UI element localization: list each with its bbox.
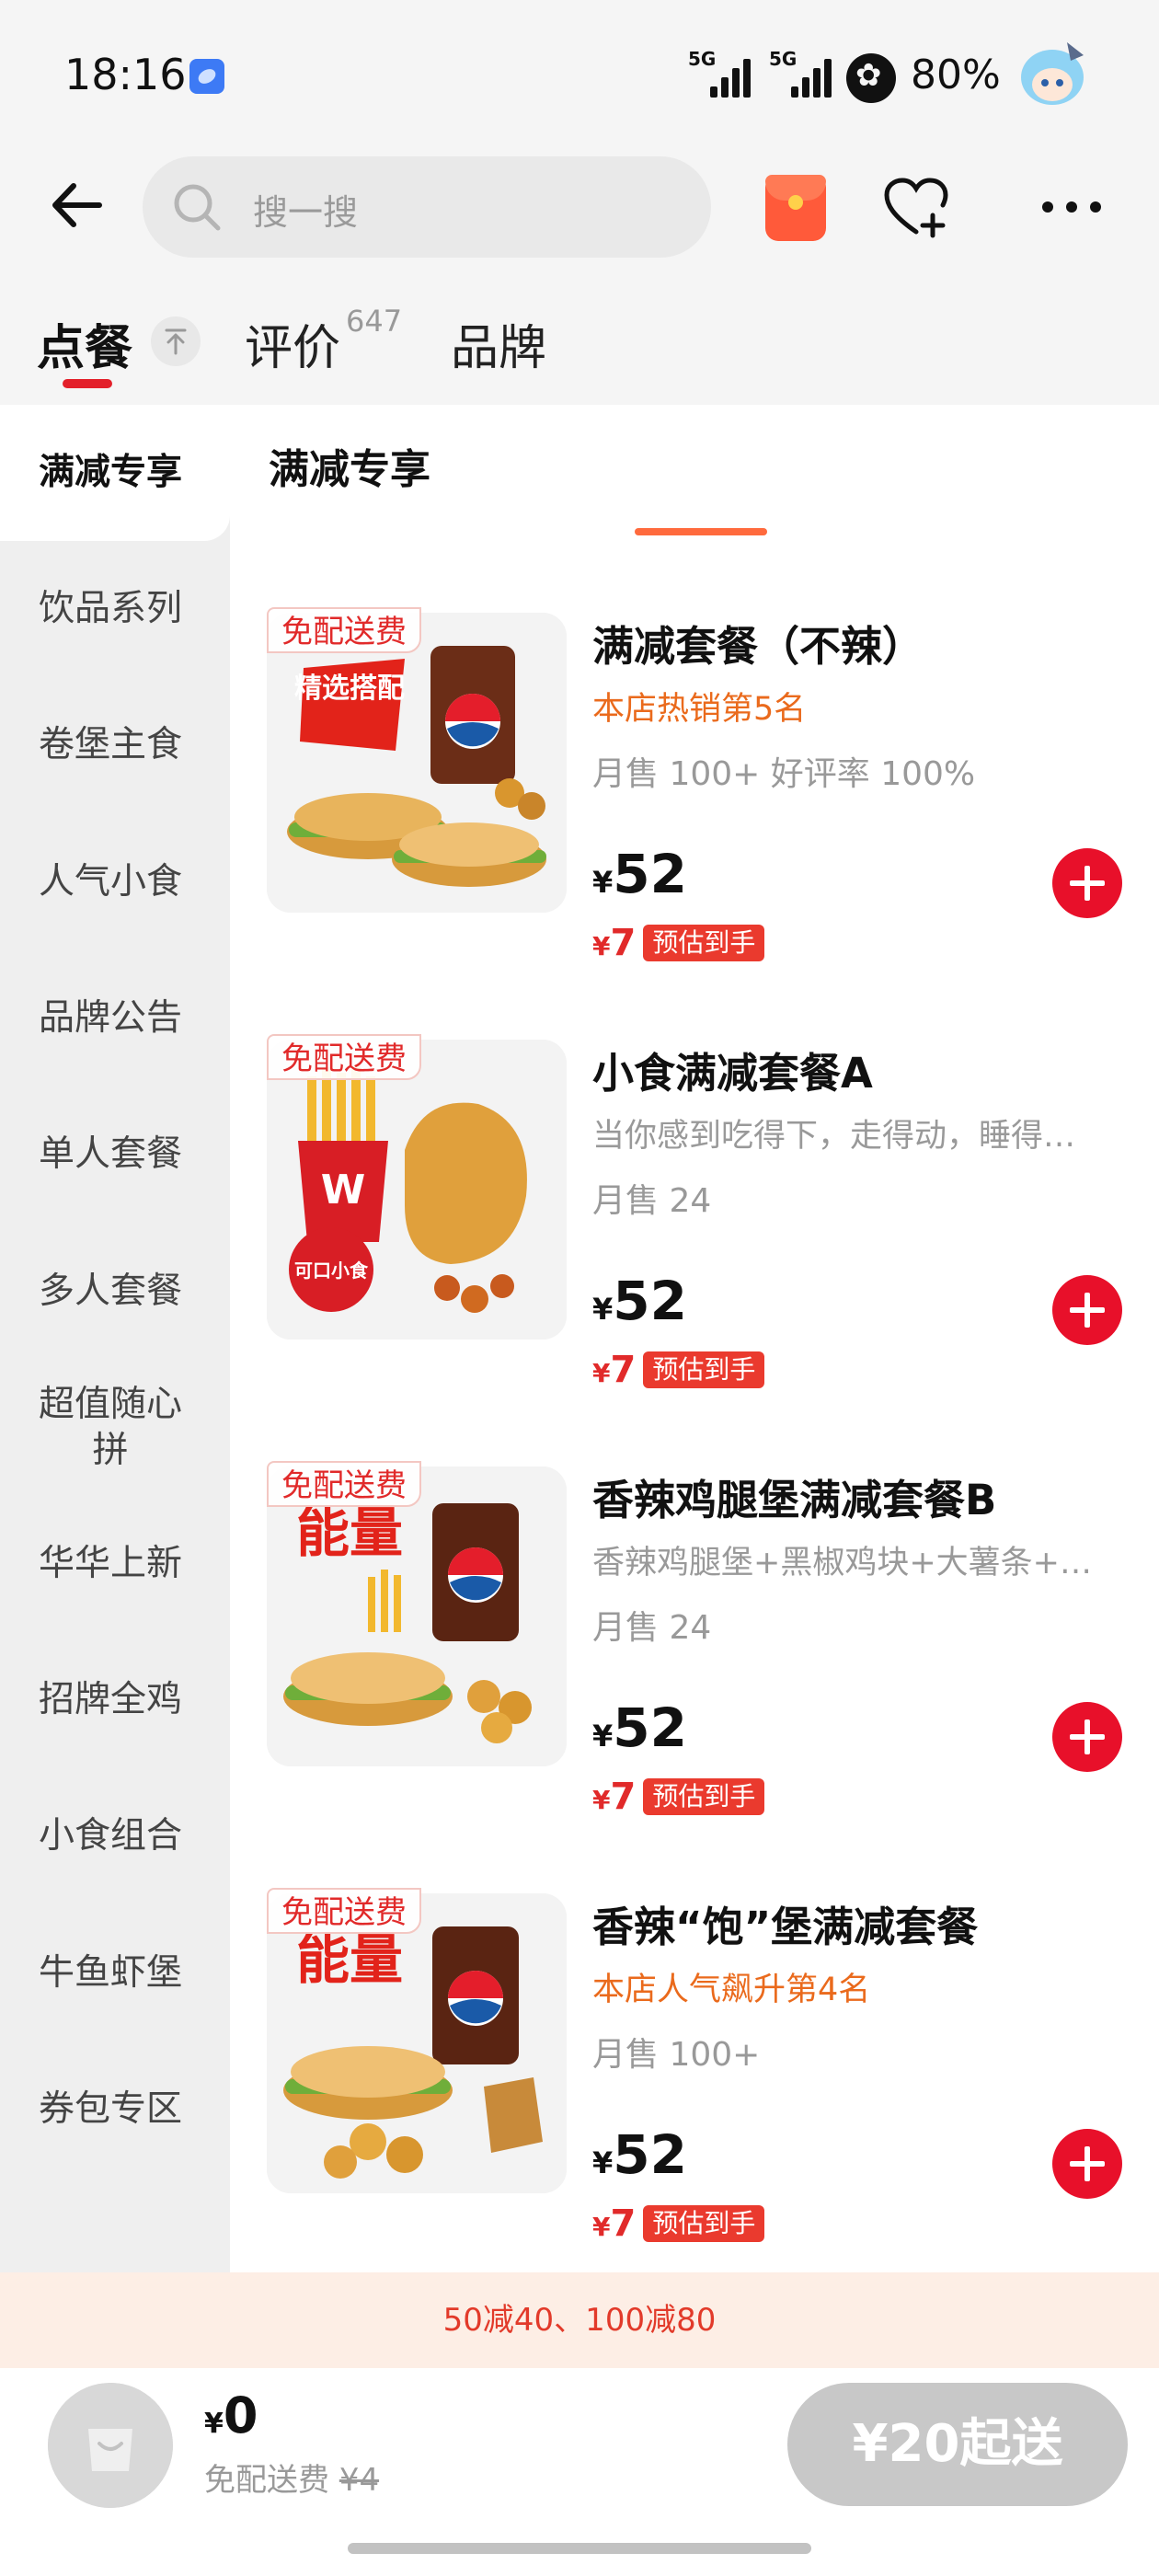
category-sidebar: 满减专享 饮品系列 卷堡主食 人气小食 品牌公告 单人套餐 多人套餐 超值随心拼… xyxy=(0,405,230,2272)
product-image: 精选搭配 xyxy=(267,613,567,913)
estimated-price: ¥7 预估到手 xyxy=(592,922,765,964)
active-tab-indicator xyxy=(63,379,112,388)
add-to-cart-button[interactable] xyxy=(1052,848,1122,918)
free-delivery-badge: 免配送费 xyxy=(267,1461,421,1507)
store-tabs: 点餐 评价 647 品牌 xyxy=(0,276,1159,405)
add-to-cart-button[interactable] xyxy=(1052,1702,1122,1772)
battery-level: 80% xyxy=(911,52,1001,98)
product-rank: 本店热销第5名 xyxy=(592,691,807,728)
free-delivery-badge: 免配送费 xyxy=(267,1034,421,1080)
sidebar-item-group-meal[interactable]: 多人套餐 xyxy=(0,1269,221,1315)
product-image: 能量 xyxy=(267,1466,567,1766)
product-rank: 本店人气飙升第4名 xyxy=(592,1972,871,2008)
product-card[interactable]: 精选搭配 免配送费 满减套餐（不辣） 本店热销第5名 月售 100+ 好评率 1… xyxy=(230,607,1159,1018)
delivery-fee: 免配送费 ¥4 xyxy=(204,2462,380,2499)
image-text: 能量 xyxy=(296,1928,403,1991)
original-fee: ¥4 xyxy=(339,2462,380,2499)
image-text: 可口小食 xyxy=(294,1259,369,1282)
product-sales: 月售 24 xyxy=(592,1182,712,1220)
sidebar-item-announcement[interactable]: 品牌公告 xyxy=(0,995,221,1041)
estimated-label: 预估到手 xyxy=(643,1778,765,1815)
tab-review[interactable]: 评价 xyxy=(245,309,340,378)
tab-brand[interactable]: 品牌 xyxy=(451,309,546,378)
estimated-label: 预估到手 xyxy=(643,925,765,961)
free-delivery-badge: 免配送费 xyxy=(267,607,421,653)
sidebar-item-new[interactable]: 华华上新 xyxy=(0,1541,221,1587)
product-name: 满减套餐（不辣） xyxy=(592,622,924,671)
paw-icon xyxy=(846,53,896,103)
app-notification-icon xyxy=(189,59,224,94)
product-card[interactable]: 能量 免配送费 香辣鸡腿堡满减套餐B 香辣鸡腿堡+黑椒鸡块+大薯条+… 月售 2… xyxy=(230,1461,1159,1871)
signal-2-icon xyxy=(791,57,837,98)
cart-bar: ¥0 免配送费 ¥4 ¥20起送 xyxy=(0,2368,1159,2576)
section-title: 满减专享 xyxy=(269,446,430,493)
shopping-bag-icon[interactable] xyxy=(48,2383,173,2508)
svg-text:W: W xyxy=(321,1167,366,1213)
status-bar: 18:16 5G 5G 80% xyxy=(0,0,1159,147)
free-delivery-badge: 免配送费 xyxy=(267,1888,421,1934)
cart-total: ¥0 xyxy=(204,2386,258,2444)
back-arrow-icon[interactable] xyxy=(46,173,110,237)
signal-1-icon xyxy=(710,57,756,98)
checkout-button[interactable]: ¥20起送 xyxy=(787,2383,1128,2506)
product-sales: 月售 100+ xyxy=(592,2036,761,2074)
estimated-label: 预估到手 xyxy=(643,2205,765,2242)
estimated-price: ¥7 预估到手 xyxy=(592,1776,765,1818)
more-icon[interactable] xyxy=(1035,179,1108,235)
sidebar-item-single-meal[interactable]: 单人套餐 xyxy=(0,1132,221,1178)
search-icon xyxy=(174,184,221,231)
mascot-icon xyxy=(1021,42,1084,105)
image-text: 精选搭配 xyxy=(294,673,405,705)
estimated-price: ¥7 预估到手 xyxy=(592,1349,765,1391)
product-image: 能量 xyxy=(267,1893,567,2193)
product-price: ¥52 xyxy=(592,2123,687,2186)
sidebar-item-value-combo[interactable]: 超值随心拼 xyxy=(0,1382,221,1474)
tab-order[interactable]: 点餐 xyxy=(37,309,132,378)
product-name: 香辣“饱”堡满减套餐 xyxy=(592,1903,979,1951)
search-placeholder: 搜一搜 xyxy=(253,192,359,233)
review-count: 647 xyxy=(346,304,403,339)
sidebar-item-coupons[interactable]: 券包专区 xyxy=(0,2087,221,2133)
sidebar-item-beef-fish-shrimp[interactable]: 牛鱼虾堡 xyxy=(0,1950,221,1996)
red-packet-icon[interactable] xyxy=(765,175,826,241)
sidebar-item-whole-chicken[interactable]: 招牌全鸡 xyxy=(0,1677,221,1723)
product-sales: 月售 24 xyxy=(592,1609,712,1647)
pin-top-icon[interactable] xyxy=(151,316,201,366)
sidebar-item-wraps-burgers[interactable]: 卷堡主食 xyxy=(0,722,221,768)
product-card[interactable]: W 可口小食 免配送费 小食满减套餐A 当你感到吃得下，走得动，睡得… 月售 2… xyxy=(230,1034,1159,1444)
estimated-label: 预估到手 xyxy=(643,1351,765,1388)
product-description: 当你感到吃得下，走得动，睡得… xyxy=(592,1118,1076,1155)
search-bar[interactable]: 搜一搜 xyxy=(143,156,711,258)
status-time: 18:16 xyxy=(64,50,187,99)
sidebar-item-snack-combo[interactable]: 小食组合 xyxy=(0,1813,221,1859)
product-sales: 月售 100+ 好评率 100% xyxy=(592,755,976,793)
product-card[interactable]: 能量 免配送费 香辣“饱”堡满减套餐 本店人气飙升第4名 月售 100+ ¥52… xyxy=(230,1888,1159,2298)
estimated-price: ¥7 预估到手 xyxy=(592,2202,765,2245)
sidebar-item-manjian[interactable]: 满减专享 xyxy=(0,450,221,496)
product-list: 满减专享 精选搭配 免配送费 满减套餐（不辣） 本店热销第5名 月售 100+ … xyxy=(230,405,1159,2272)
product-name: 小食满减套餐A xyxy=(592,1049,873,1098)
discount-banner: 50减40、100减80 xyxy=(0,2272,1159,2368)
add-to-cart-button[interactable] xyxy=(1052,1275,1122,1345)
image-text: 能量 xyxy=(296,1501,403,1564)
product-description: 香辣鸡腿堡+黑椒鸡块+大薯条+… xyxy=(592,1545,1092,1581)
add-to-cart-button[interactable] xyxy=(1052,2129,1122,2199)
favorite-add-icon[interactable] xyxy=(883,177,953,239)
sidebar-item-popular-snacks[interactable]: 人气小食 xyxy=(0,859,221,905)
home-indicator xyxy=(348,2543,811,2554)
product-image: W 可口小食 xyxy=(267,1040,567,1340)
product-price: ¥52 xyxy=(592,843,687,905)
section-indicator xyxy=(635,528,767,535)
top-nav: 搜一搜 xyxy=(0,147,1159,267)
sidebar-item-drinks[interactable]: 饮品系列 xyxy=(0,586,221,632)
product-price: ¥52 xyxy=(592,1270,687,1332)
product-name: 香辣鸡腿堡满减套餐B xyxy=(592,1476,997,1524)
product-price: ¥52 xyxy=(592,1696,687,1759)
